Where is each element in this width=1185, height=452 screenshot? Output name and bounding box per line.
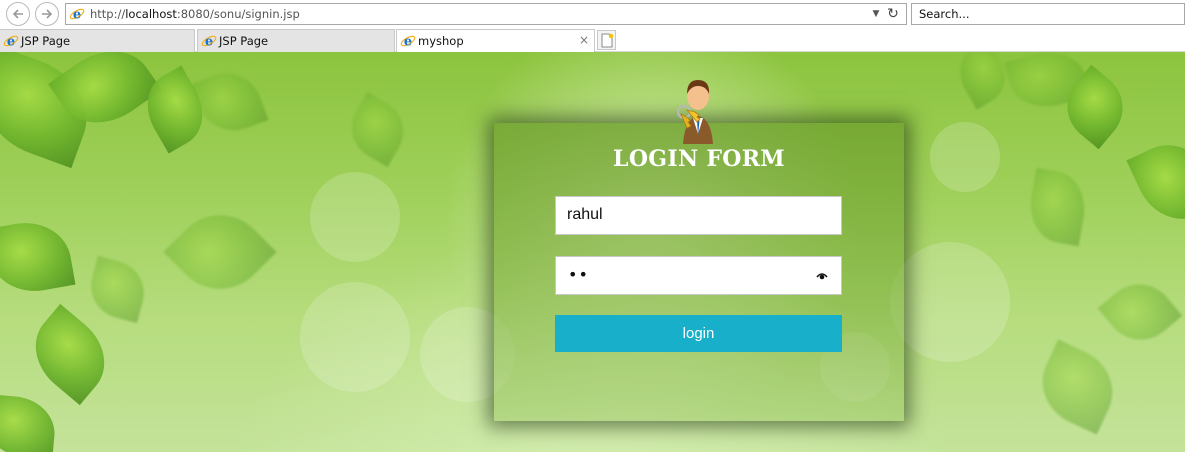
tab-jsp-page-2[interactable]: e JSP Page	[197, 29, 395, 52]
search-input[interactable]: Search...	[911, 3, 1185, 25]
leaf-decoration	[1028, 339, 1127, 435]
leaf-decoration	[191, 63, 269, 141]
leaf-decoration	[0, 215, 76, 299]
tab-jsp-page-1[interactable]: e JSP Page	[0, 29, 195, 52]
new-tab-icon[interactable]	[597, 30, 616, 50]
tab-label: JSP Page	[219, 34, 269, 48]
svg-text:e: e	[205, 35, 213, 50]
leaf-decoration	[1024, 167, 1091, 247]
svg-text:e: e	[73, 8, 81, 23]
password-field[interactable]: ••	[555, 256, 842, 295]
tab-label: myshop	[418, 34, 464, 48]
tab-strip: e JSP Page e JSP Page e myshop ×	[0, 28, 1185, 53]
back-arrow-icon[interactable]	[6, 2, 30, 26]
password-value: ••	[568, 265, 589, 284]
bokeh-light	[300, 282, 410, 392]
leaf-decoration	[0, 394, 58, 452]
username-field[interactable]: rahul	[555, 196, 842, 235]
tab-myshop[interactable]: e myshop ×	[396, 29, 595, 53]
user-with-keys-icon	[677, 80, 713, 144]
leaf-decoration	[949, 52, 1016, 110]
internet-explorer-icon: e	[201, 35, 217, 50]
leaf-decoration	[1097, 269, 1183, 355]
leaf-decoration	[163, 195, 277, 309]
password-reveal-icon[interactable]	[816, 270, 828, 282]
close-icon[interactable]: ×	[579, 33, 589, 47]
svg-text:e: e	[404, 35, 412, 50]
username-value: rahul	[567, 206, 603, 223]
leaf-decoration	[1126, 130, 1185, 234]
address-field[interactable]: e http://localhost:8080/sonu/signin.jsp …	[65, 3, 907, 25]
bokeh-light	[890, 242, 1010, 362]
leaf-decoration	[18, 303, 122, 406]
internet-explorer-icon: e	[69, 8, 85, 23]
leaf-decoration	[339, 91, 416, 168]
address-bar-row: e http://localhost:8080/sonu/signin.jsp …	[0, 0, 1185, 28]
bokeh-light	[310, 172, 400, 262]
internet-explorer-icon: e	[400, 35, 416, 50]
login-title: LOGIN FORM	[613, 146, 785, 172]
forward-arrow-icon[interactable]	[35, 2, 59, 26]
bokeh-light	[930, 122, 1000, 192]
dropdown-arrow-icon[interactable]: ▼	[870, 7, 882, 21]
search-placeholder: Search...	[919, 7, 970, 21]
internet-explorer-icon: e	[3, 35, 19, 50]
leaf-decoration	[83, 255, 152, 324]
svg-text:e: e	[7, 35, 15, 50]
address-text: http://localhost:8080/sonu/signin.jsp	[90, 7, 300, 21]
login-button[interactable]: login	[555, 315, 842, 352]
refresh-icon[interactable]: ↻	[885, 6, 901, 22]
tab-label: JSP Page	[21, 34, 71, 48]
